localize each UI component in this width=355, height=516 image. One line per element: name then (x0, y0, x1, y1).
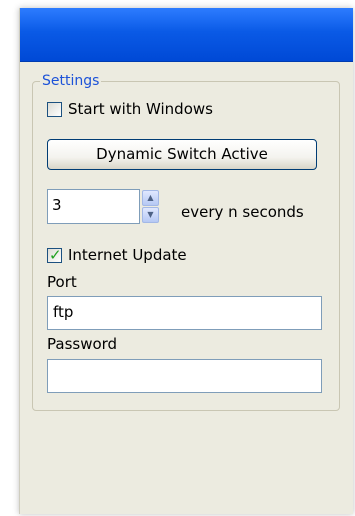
arrow-up-icon: ▲ (147, 193, 154, 202)
internet-update-checkbox[interactable]: ✓ (47, 246, 62, 264)
port-input[interactable]: ftp (47, 296, 322, 330)
interval-suffix-label: every n seconds (181, 203, 304, 221)
arrow-down-icon: ▼ (147, 210, 154, 219)
internet-update-label[interactable]: Internet Update (68, 246, 187, 264)
title-bar[interactable] (20, 8, 353, 62)
password-input[interactable] (47, 359, 322, 393)
settings-group-label: Settings (40, 73, 102, 89)
start-with-windows-label[interactable]: Start with Windows (68, 100, 213, 118)
spin-down-button[interactable]: ▼ (142, 207, 159, 223)
checkmark-icon: ✓ (49, 246, 62, 264)
start-with-windows-checkbox[interactable] (47, 102, 62, 117)
port-label: Port (47, 273, 77, 291)
interval-input[interactable]: 3 (47, 189, 140, 224)
dynamic-switch-button[interactable]: Dynamic Switch Active (47, 139, 317, 170)
spin-up-button[interactable]: ▲ (142, 190, 159, 206)
interval-spinner: ▲ ▼ (140, 189, 160, 224)
password-label: Password (47, 335, 118, 353)
settings-window: Settings Start with Windows Dynamic Swit… (19, 8, 353, 514)
